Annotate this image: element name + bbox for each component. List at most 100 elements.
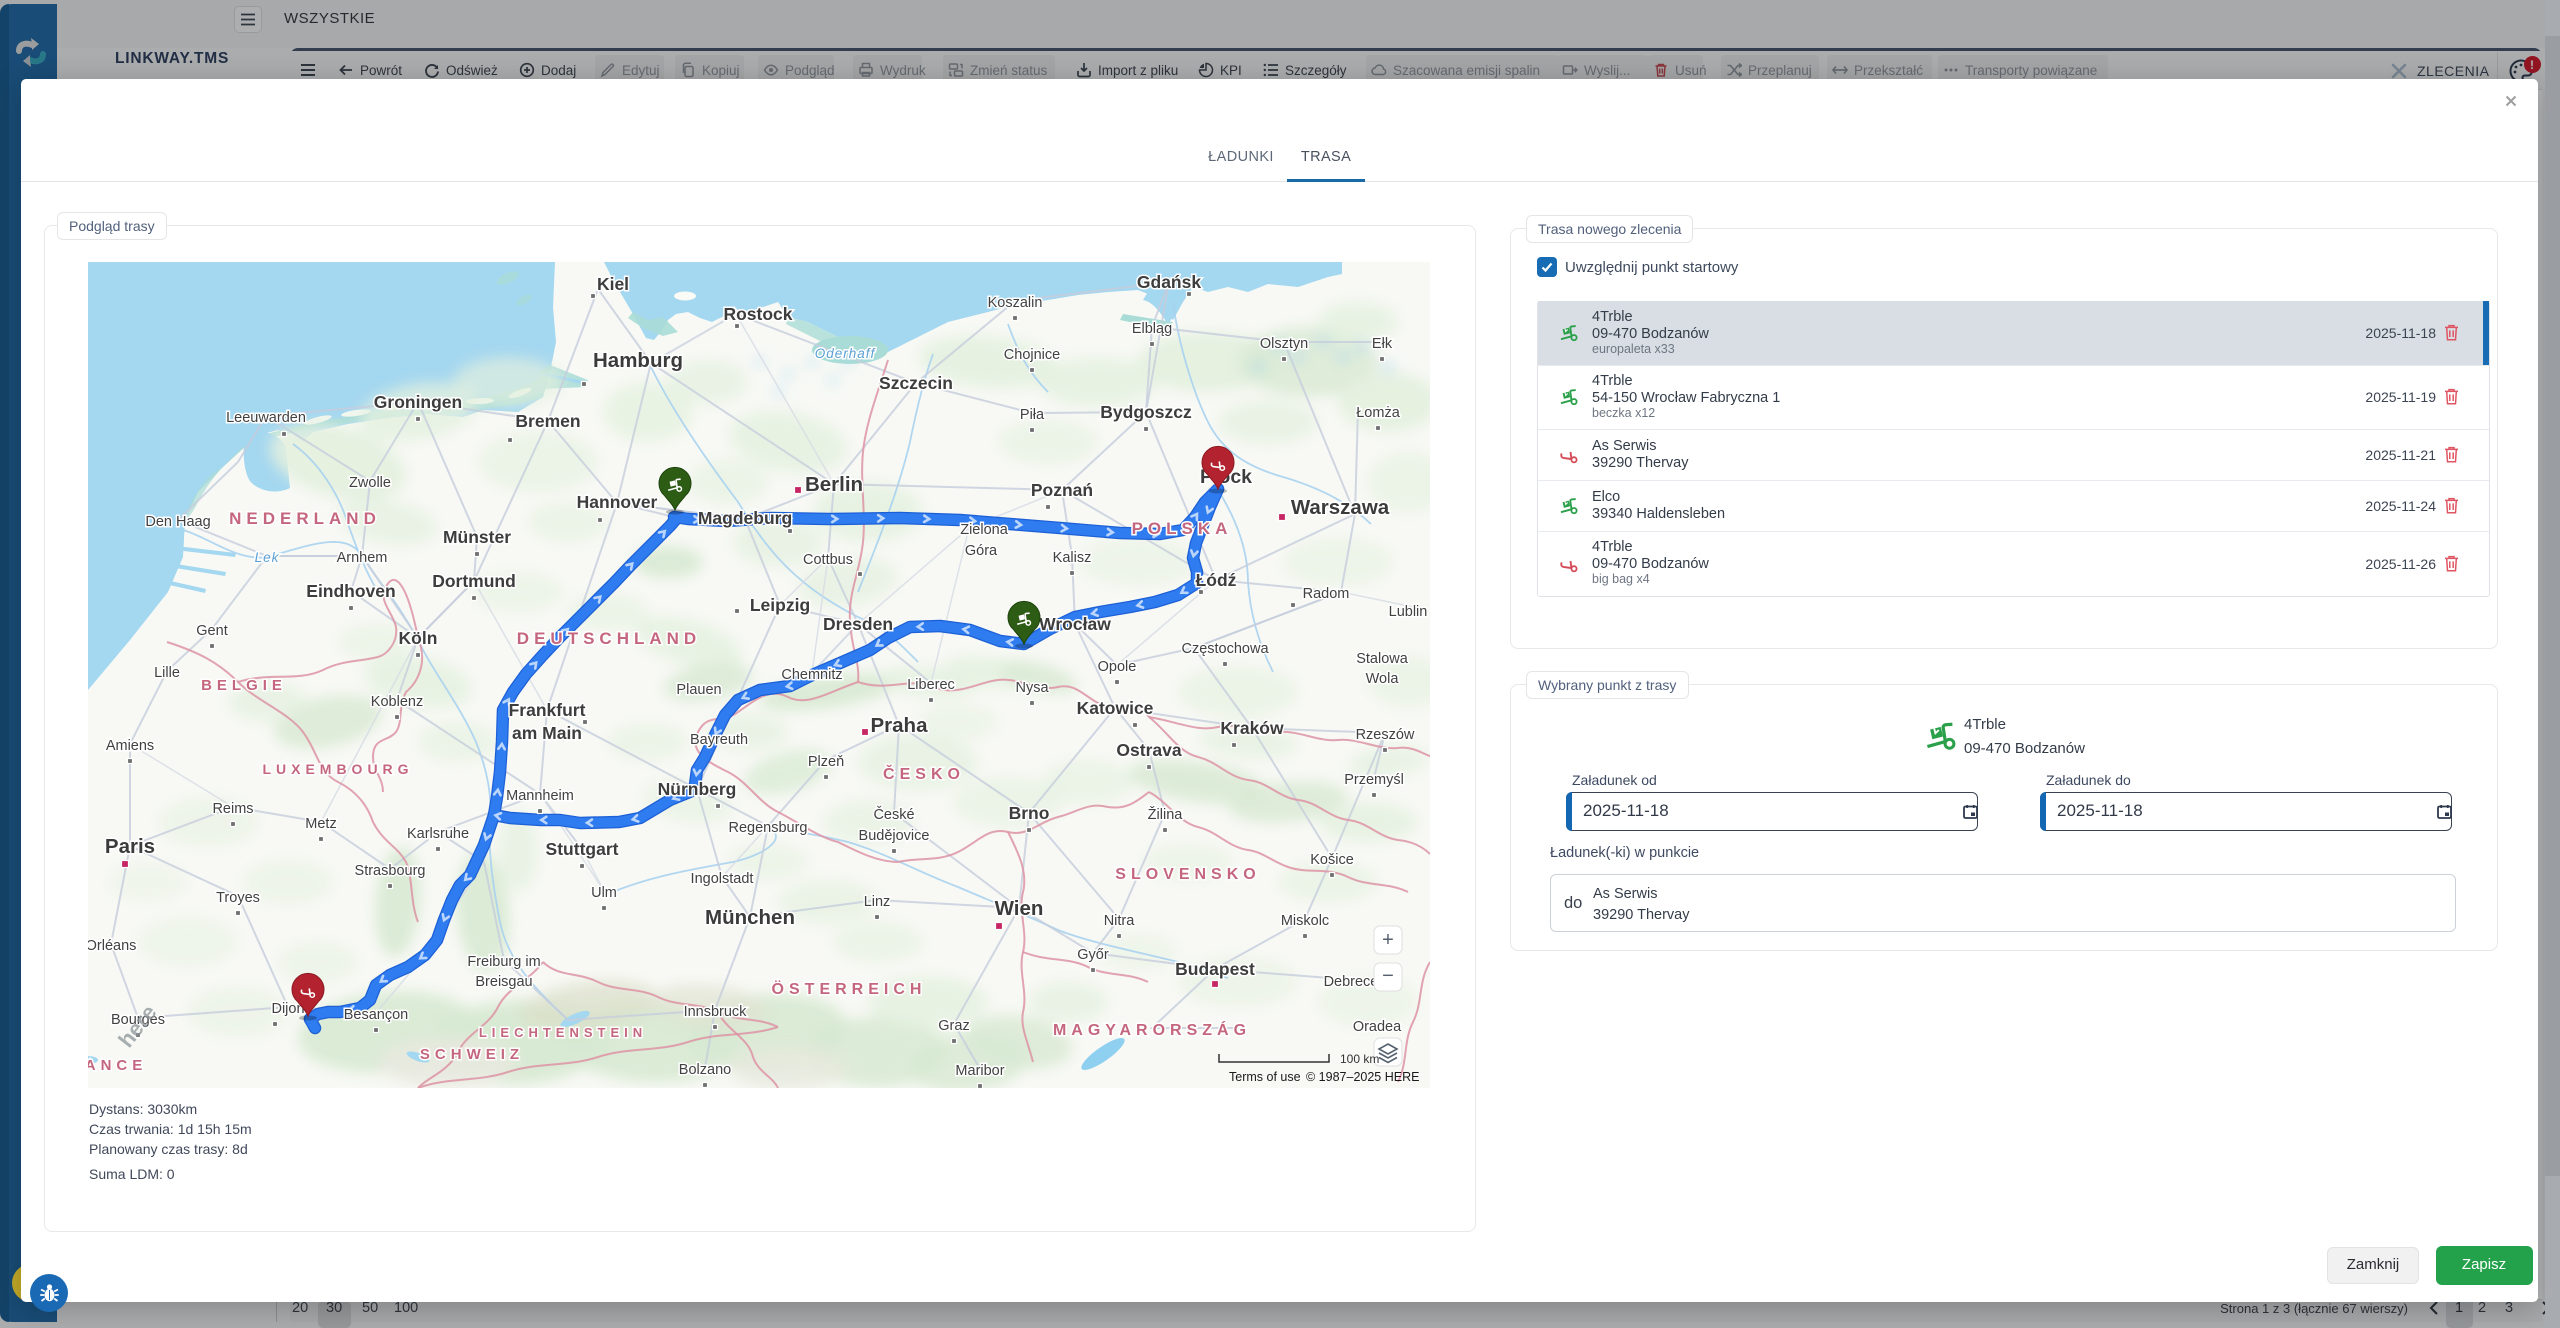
svg-text:Graz: Graz — [938, 1018, 969, 1034]
svg-text:100 km: 100 km — [1340, 1052, 1379, 1066]
svg-text:Zwolle: Zwolle — [349, 475, 391, 491]
svg-text:BELGIE: BELGIE — [201, 677, 287, 694]
svg-text:Karlsruhe: Karlsruhe — [407, 826, 469, 842]
svg-text:Ełk: Ełk — [1372, 336, 1393, 352]
svg-text:SCHWEIZ: SCHWEIZ — [420, 1046, 524, 1063]
svg-text:Strasbourg: Strasbourg — [355, 863, 426, 879]
svg-text:Stalowa: Stalowa — [1356, 651, 1409, 667]
svg-text:Częstochowa: Częstochowa — [1181, 641, 1269, 657]
svg-text:Piła: Piła — [1020, 407, 1045, 423]
svg-text:Wola: Wola — [1366, 671, 1400, 687]
svg-text:LIECHTENSTEIN: LIECHTENSTEIN — [479, 1025, 647, 1040]
svg-text:Leipzig: Leipzig — [750, 595, 810, 615]
svg-text:Olsztyn: Olsztyn — [1260, 336, 1308, 352]
svg-text:Eindhoven: Eindhoven — [306, 581, 395, 601]
svg-text:Plauen: Plauen — [676, 682, 721, 698]
svg-text:Koblenz: Koblenz — [371, 694, 423, 710]
svg-text:Łomża: Łomża — [1356, 405, 1400, 421]
svg-text:Košice: Košice — [1310, 852, 1354, 868]
svg-text:Magdeburg: Magdeburg — [698, 508, 792, 528]
svg-text:Besançon: Besançon — [344, 1007, 409, 1023]
svg-text:Stuttgart: Stuttgart — [546, 839, 619, 859]
svg-text:České: České — [873, 806, 914, 823]
svg-text:Lek: Lek — [255, 550, 280, 565]
svg-text:Gent: Gent — [196, 623, 227, 639]
svg-text:Lille: Lille — [154, 665, 180, 681]
svg-text:am Main: am Main — [512, 723, 582, 743]
svg-text:ANCE: ANCE — [88, 1057, 147, 1074]
svg-text:Frankfurt: Frankfurt — [509, 700, 586, 720]
svg-text:Zielona: Zielona — [960, 522, 1008, 538]
svg-text:Szczecin: Szczecin — [879, 373, 953, 393]
svg-text:Bayreuth: Bayreuth — [690, 732, 748, 748]
svg-text:Kalisz: Kalisz — [1053, 550, 1092, 566]
svg-text:Nysa: Nysa — [1015, 680, 1049, 696]
svg-text:Góra: Góra — [965, 543, 998, 559]
svg-text:POLSKA: POLSKA — [1132, 519, 1233, 538]
svg-text:Regensburg: Regensburg — [729, 820, 808, 836]
svg-text:Žilina: Žilina — [1148, 806, 1184, 823]
svg-text:Kiel: Kiel — [597, 274, 629, 294]
svg-text:Lublin: Lublin — [1389, 604, 1428, 620]
svg-text:Katowice: Katowice — [1077, 698, 1154, 718]
svg-text:Ostrava: Ostrava — [1116, 740, 1181, 760]
svg-text:Bremen: Bremen — [515, 411, 580, 431]
svg-text:Linz: Linz — [864, 894, 891, 910]
svg-text:Miskolc: Miskolc — [1281, 913, 1329, 929]
svg-text:Hamburg: Hamburg — [593, 349, 683, 372]
svg-text:Kraków: Kraków — [1220, 718, 1284, 738]
svg-text:Rostock: Rostock — [723, 304, 792, 324]
svg-text:Maribor: Maribor — [955, 1063, 1004, 1079]
svg-text:Bydgoszcz: Bydgoszcz — [1100, 402, 1192, 422]
svg-text:Koszalin: Koszalin — [988, 295, 1043, 311]
svg-text:Ulm: Ulm — [591, 885, 617, 901]
svg-text:Arnhem: Arnhem — [337, 550, 388, 566]
svg-text:Dortmund: Dortmund — [432, 571, 516, 591]
svg-text:DEUTSCHLAND: DEUTSCHLAND — [517, 629, 701, 648]
svg-text:Poznań: Poznań — [1031, 480, 1093, 500]
svg-text:Münster: Münster — [443, 527, 511, 547]
svg-text:Gdańsk: Gdańsk — [1137, 272, 1201, 292]
svg-text:Warszawa: Warszawa — [1291, 496, 1390, 519]
svg-text:Wrocław: Wrocław — [1039, 614, 1111, 634]
svg-text:Chojnice: Chojnice — [1004, 347, 1060, 363]
svg-text:© 1987–2025 HERE: © 1987–2025 HERE — [1306, 1070, 1419, 1084]
svg-text:München: München — [705, 906, 795, 929]
svg-text:Bolzano: Bolzano — [679, 1062, 731, 1078]
svg-text:Nitra: Nitra — [1104, 913, 1136, 929]
svg-text:Amiens: Amiens — [106, 738, 154, 754]
svg-text:Hannover: Hannover — [577, 492, 658, 512]
svg-text:Elbląg: Elbląg — [1132, 321, 1172, 337]
svg-text:Wien: Wien — [995, 897, 1044, 920]
svg-text:SLOVENSKO: SLOVENSKO — [1115, 866, 1260, 883]
svg-text:+: + — [1382, 929, 1394, 951]
svg-text:Rzeszów: Rzeszów — [1356, 727, 1415, 743]
svg-text:Opole: Opole — [1098, 659, 1137, 675]
svg-text:Ingolstadt: Ingolstadt — [691, 871, 754, 887]
svg-text:Nürnberg: Nürnberg — [658, 779, 737, 799]
svg-text:Győr: Győr — [1077, 947, 1109, 963]
svg-text:Orléans: Orléans — [88, 938, 136, 954]
svg-text:Reims: Reims — [212, 801, 253, 817]
svg-text:ČESKO: ČESKO — [883, 764, 965, 783]
svg-text:Łódź: Łódź — [1196, 570, 1237, 590]
svg-text:Cottbus: Cottbus — [803, 552, 853, 568]
svg-text:Oradea: Oradea — [1353, 1019, 1402, 1035]
svg-text:MAGYARORSZÁG: MAGYARORSZÁG — [1053, 1020, 1251, 1039]
svg-text:Innsbruck: Innsbruck — [684, 1004, 748, 1020]
svg-text:Terms of use: Terms of use — [1229, 1070, 1301, 1084]
svg-text:Chemnitz: Chemnitz — [781, 667, 842, 683]
svg-text:Köln: Köln — [399, 628, 438, 648]
svg-text:Przemyśl: Przemyśl — [1344, 772, 1404, 788]
svg-text:ÖSTERREICH: ÖSTERREICH — [772, 979, 927, 998]
svg-text:Leeuwarden: Leeuwarden — [226, 410, 306, 426]
svg-text:Praha: Praha — [871, 714, 929, 737]
svg-text:Liberec: Liberec — [907, 677, 955, 693]
svg-text:Budějovice: Budějovice — [859, 828, 930, 844]
svg-text:−: − — [1382, 965, 1394, 987]
svg-text:Dresden: Dresden — [823, 614, 893, 634]
svg-text:Paris: Paris — [105, 835, 155, 858]
svg-text:Budapest: Budapest — [1175, 959, 1255, 979]
svg-text:Brno: Brno — [1009, 803, 1050, 823]
svg-text:Freiburg im: Freiburg im — [467, 954, 540, 970]
